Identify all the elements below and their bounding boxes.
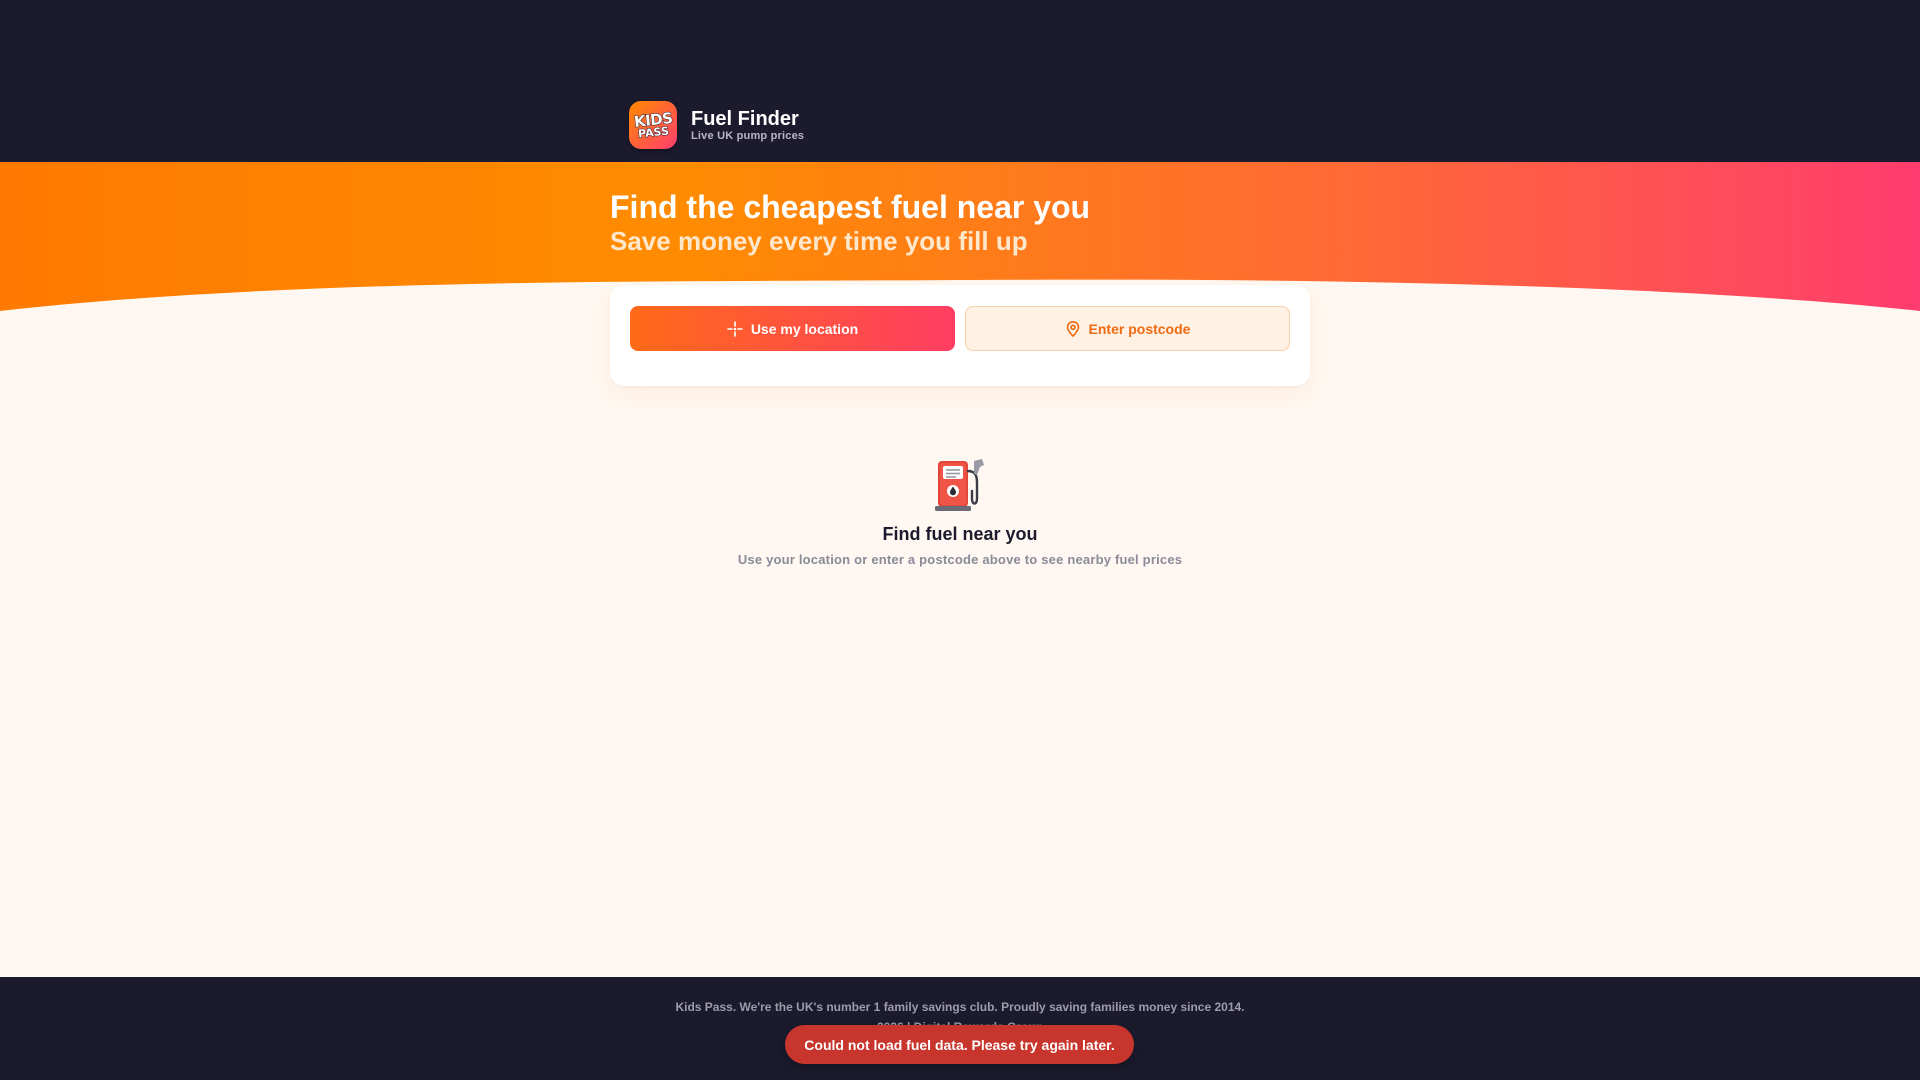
- enter-postcode-button[interactable]: Enter postcode: [965, 306, 1290, 351]
- empty-state-description: Use your location or enter a postcode ab…: [737, 552, 1183, 567]
- brand-text: Fuel Finder Live UK pump prices: [691, 108, 804, 143]
- app-header: KIDS PASS Fuel Finder Live UK pump price…: [0, 0, 1920, 162]
- enter-postcode-label: Enter postcode: [1088, 320, 1191, 337]
- use-my-location-label: Use my location: [750, 320, 859, 337]
- error-toast[interactable]: Could not load fuel data. Please try aga…: [785, 1025, 1134, 1064]
- app-subtitle: Live UK pump prices: [691, 129, 805, 142]
- hero-title: Find the cheapest fuel near you: [610, 189, 1091, 225]
- search-card: Use my location Enter postcode: [610, 285, 1310, 386]
- footer-about-text: Kids Pass. We're the UK's number 1 famil…: [675, 1000, 1245, 1014]
- fuel-pump-icon: [930, 455, 990, 515]
- use-my-location-button[interactable]: Use my location: [630, 306, 955, 351]
- app-title: Fuel Finder: [691, 107, 799, 130]
- kids-pass-logo[interactable]: KIDS PASS: [629, 101, 677, 149]
- hero-subtitle: Save money every time you fill up: [610, 226, 1028, 256]
- empty-state-title: Find fuel near you: [882, 524, 1038, 544]
- brand[interactable]: KIDS PASS Fuel Finder Live UK pump price…: [629, 100, 804, 150]
- logo-text-pass: PASS: [636, 123, 670, 141]
- crosshair-icon: [727, 320, 743, 337]
- map-pin-icon: [1065, 320, 1081, 337]
- error-toast-message: Could not load fuel data. Please try aga…: [804, 1036, 1115, 1053]
